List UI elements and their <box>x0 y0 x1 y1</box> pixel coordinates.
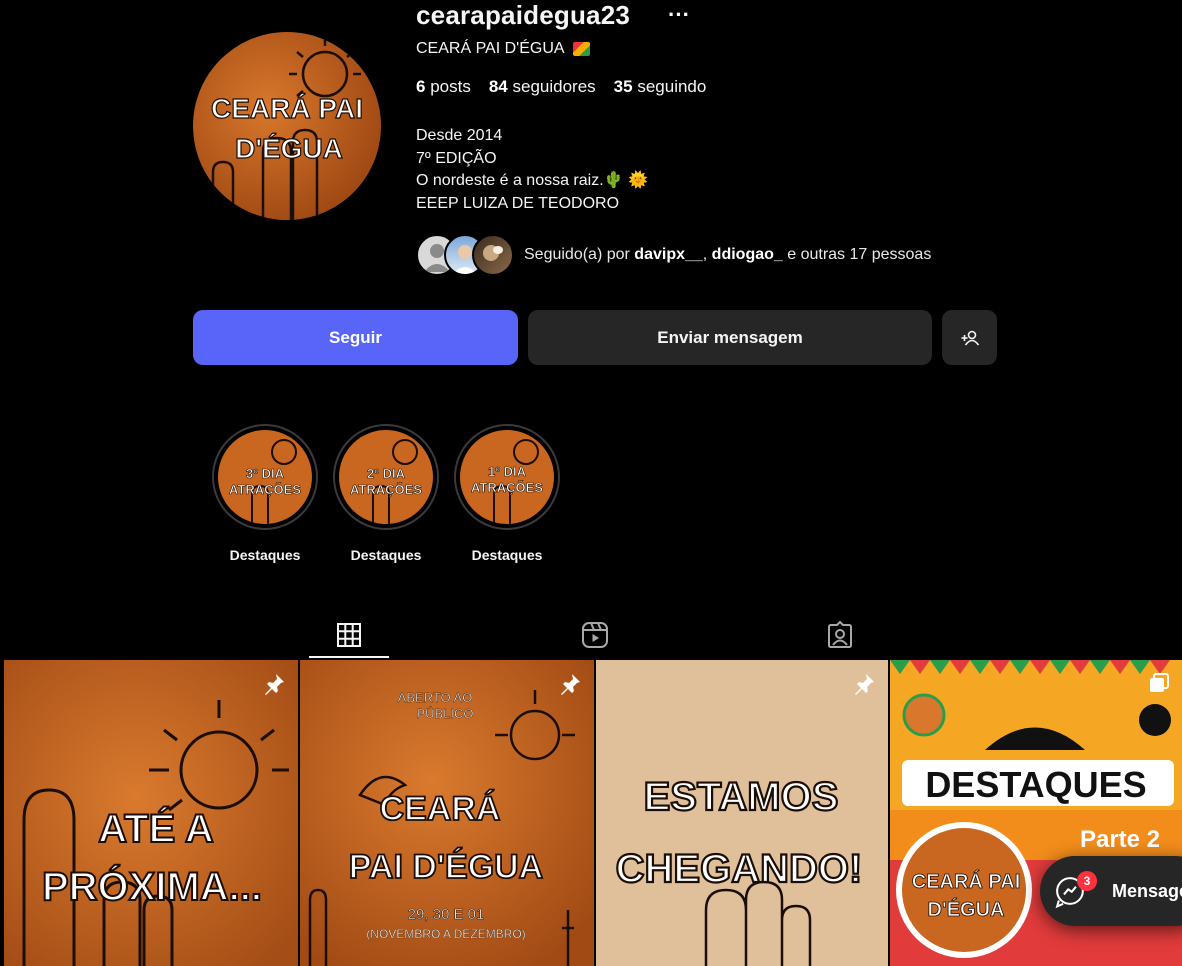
bio-line: 7º EDIÇÃO <box>416 149 497 167</box>
reels-icon <box>582 622 608 648</box>
profile-full-name: CEARÁ PAI D'ÉGUA <box>416 40 590 58</box>
svg-text:2º DIA: 2º DIA <box>367 466 406 481</box>
followed-by-text: Seguido(a) por davipx__, ddiogao_ e outr… <box>524 246 932 263</box>
tagged-icon <box>828 621 852 648</box>
tab-reels[interactable] <box>555 612 635 658</box>
followed-by[interactable]: Seguido(a) por davipx__, ddiogao_ e outr… <box>416 234 932 276</box>
profile-stats: 6 posts 84 seguidores 35 seguindo <box>416 77 706 97</box>
highlight-label: Destaques <box>471 547 543 563</box>
followed-user-link[interactable]: davipx__ <box>634 246 702 263</box>
tab-tagged[interactable] <box>800 612 880 658</box>
more-options-icon[interactable]: ··· <box>668 2 690 28</box>
post-text: CHEGANDO! <box>616 847 863 891</box>
svg-text:ATRAÇÕES: ATRAÇÕES <box>471 480 543 495</box>
following-stat[interactable]: 35 seguindo <box>614 77 707 97</box>
avatar-text-1: CEARÁ PAI <box>211 93 363 124</box>
follow-button[interactable]: Seguir <box>193 310 518 365</box>
profile-avatar[interactable]: CEARÁ PAI D'ÉGUA <box>193 32 381 220</box>
full-name-text: CEARÁ PAI D'ÉGUA <box>416 40 565 57</box>
pin-icon <box>561 674 580 695</box>
highlight-cover: 3º DIA ATRAÇÕES <box>218 430 312 524</box>
post-text: Parte 2 <box>1080 826 1160 853</box>
followed-user-link[interactable]: ddiogao_ <box>712 246 783 263</box>
bio-line: EEEP LUIZA DE TEODORO <box>416 194 620 212</box>
posts-stat[interactable]: 6 posts <box>416 77 471 97</box>
svg-text:ATRAÇÕES: ATRAÇÕES <box>350 482 422 497</box>
bio-line: Desde 2014 <box>416 127 503 144</box>
post-text: ESTAMOS <box>644 775 839 819</box>
post-tile[interactable]: ATÉ A PRÓXIMA... <box>4 660 298 966</box>
svg-text:1º DIA: 1º DIA <box>488 464 527 479</box>
post-text: CEARÁ <box>380 790 501 828</box>
pin-icon <box>855 674 874 695</box>
post-text: D'ÉGUA <box>928 898 1005 921</box>
pin-icon <box>265 674 284 695</box>
post-text: PAI D'ÉGUA <box>349 848 543 886</box>
post-text: ABERTO AO <box>398 690 473 705</box>
highlight-label: Destaques <box>350 547 422 563</box>
highlight-cover: 2º DIA ATRAÇÕES <box>339 430 433 524</box>
post-tile[interactable]: ABERTO AO PÚBLICO CEARÁ PAI D'ÉGUA 29, 3… <box>300 660 594 966</box>
highlight-cover: 1º DIA ATRAÇÕES <box>460 430 554 524</box>
post-text: (NOVEMBRO A DEZEMBRO) <box>366 927 525 941</box>
svg-text:3º DIA: 3º DIA <box>246 466 285 481</box>
active-tab-indicator <box>309 656 389 658</box>
follower-avatar <box>472 234 514 276</box>
svg-text:ATRAÇÕES: ATRAÇÕES <box>229 482 301 497</box>
highlight-item[interactable]: 1º DIA ATRAÇÕES Destaques <box>453 424 561 563</box>
carousel-icon <box>1150 673 1169 692</box>
post-text: ATÉ A <box>98 806 214 851</box>
bio-line: O nordeste é a nossa raiz.🌵 🌞 <box>416 172 648 189</box>
profile-username: cearapaidegua23 <box>416 0 631 30</box>
post-text: CEARÁ PAI <box>912 870 1021 893</box>
messenger-icon <box>1055 877 1084 909</box>
post-text: PÚBLICO <box>416 706 473 721</box>
highlight-label: Destaques <box>229 547 301 563</box>
suggest-user-button[interactable] <box>942 310 997 365</box>
messages-button[interactable]: Mensagens <box>1040 856 1182 926</box>
post-text: 29, 30 E 01 <box>408 906 485 923</box>
avatar-text-2: D'ÉGUA <box>235 133 343 164</box>
send-message-button[interactable]: Enviar mensagem <box>528 310 932 365</box>
post-text: DESTAQUES <box>925 764 1146 805</box>
post-text: PRÓXIMA... <box>42 863 262 909</box>
tab-posts[interactable] <box>309 612 389 658</box>
flag-emoji-icon <box>572 42 590 56</box>
highlight-item[interactable]: 2º DIA ATRAÇÕES Destaques <box>332 424 440 563</box>
add-person-icon <box>961 330 979 345</box>
messages-badge: 3 <box>1077 871 1097 891</box>
followers-stat[interactable]: 84 seguidores <box>489 77 596 97</box>
post-tile[interactable]: ESTAMOS CHEGANDO! <box>596 660 888 966</box>
highlight-item[interactable]: 3º DIA ATRAÇÕES Destaques <box>211 424 319 563</box>
profile-bio: Desde 2014 7º EDIÇÃO O nordeste é a noss… <box>416 125 648 215</box>
grid-icon <box>337 623 361 647</box>
messages-label: Mensagens <box>1111 880 1182 901</box>
